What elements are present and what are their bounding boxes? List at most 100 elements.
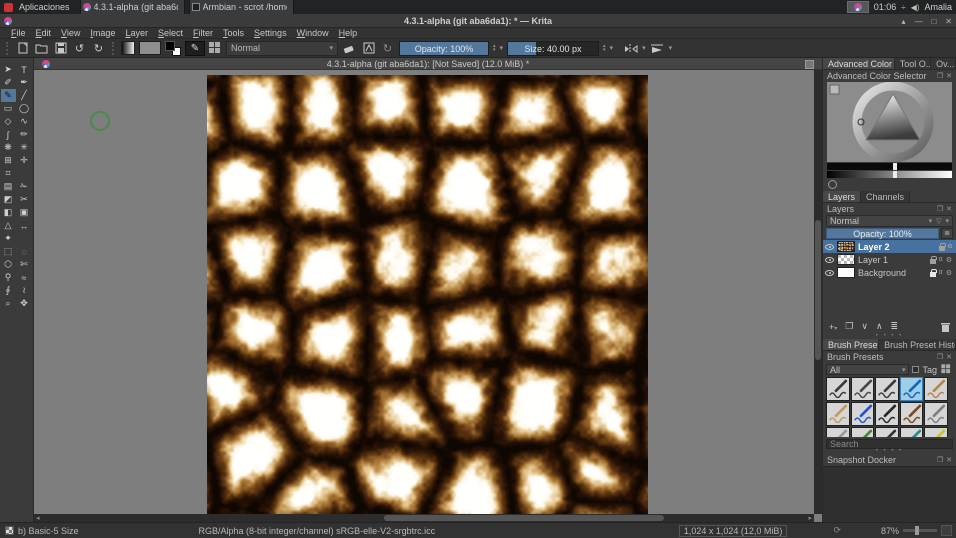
text-tool[interactable]: T: [17, 63, 32, 76]
brush-preset-thumbnail[interactable]: [851, 377, 875, 401]
menu-select[interactable]: Select: [153, 28, 188, 38]
menu-view[interactable]: View: [56, 28, 85, 38]
toolbar-handle[interactable]: [6, 42, 9, 55]
brush-preset-thumbnail[interactable]: [875, 402, 899, 426]
freehand-brush-tool[interactable]: ✎: [1, 89, 16, 102]
menu-edit[interactable]: Edit: [31, 28, 57, 38]
chevron-down-icon[interactable]: ▾: [610, 44, 614, 52]
rect-select-tool[interactable]: ⬚: [1, 245, 16, 258]
canvas-viewport[interactable]: [34, 70, 814, 514]
fg-bg-colors[interactable]: [165, 41, 181, 56]
menu-settings[interactable]: Settings: [249, 28, 292, 38]
zoom-slider-handle[interactable]: [915, 526, 919, 535]
brush-preset-thumbnail[interactable]: [875, 427, 899, 437]
taskbar-window-krita[interactable]: 4.3.1-alpha (git aba6da1...: [80, 0, 185, 14]
polygon-tool[interactable]: ◇: [1, 115, 16, 128]
reload-preset-button[interactable]: ↻: [380, 41, 395, 56]
snapshot-docker-header[interactable]: Snapshot Docker ❐✕: [823, 454, 956, 465]
filter-funnel-icon[interactable]: ▽: [936, 217, 941, 225]
float-docker-icon[interactable]: ❐: [937, 205, 943, 213]
horizontal-scrollbar[interactable]: ◂ ▸: [34, 514, 814, 522]
brush-preset-thumbnail[interactable]: [826, 377, 850, 401]
blending-mode-dropdown[interactable]: Normal ▾: [226, 41, 338, 56]
float-docker-icon[interactable]: ❐: [937, 72, 943, 80]
brush-preset-thumbnail[interactable]: [900, 402, 924, 426]
contiguous-select-tool[interactable]: ⚲: [1, 271, 16, 284]
brush-preset-thumbnail[interactable]: [826, 427, 850, 437]
preserve-alpha-button[interactable]: [361, 41, 376, 56]
chevron-down-icon[interactable]: ▾: [500, 44, 504, 52]
menu-window[interactable]: Window: [292, 28, 334, 38]
chevron-down-icon[interactable]: ▾: [669, 44, 673, 52]
fill-tool[interactable]: ◧: [1, 206, 16, 219]
brush-preset-thumbnail[interactable]: [900, 377, 924, 401]
tab-tool-options[interactable]: Tool O...: [895, 58, 931, 69]
alpha-lock-icon[interactable]: α: [939, 256, 943, 263]
last-color-swatch[interactable]: [828, 180, 837, 189]
close-docker-icon[interactable]: ✕: [946, 72, 952, 80]
select-shapes-tool[interactable]: ➤: [1, 63, 16, 76]
layer-gear-icon[interactable]: ⚙: [946, 269, 952, 277]
bezier-curve-tool[interactable]: ∫: [1, 128, 16, 141]
display-mode-button[interactable]: [941, 364, 951, 374]
zoom-slider[interactable]: [903, 529, 937, 532]
similar-select-tool[interactable]: ≈: [17, 271, 32, 284]
calligraphy-tool[interactable]: ✒: [17, 76, 32, 89]
gradient-tool[interactable]: ▤: [1, 180, 16, 193]
opacity-slider[interactable]: Opacity: 100%: [399, 41, 489, 56]
alpha-lock-icon[interactable]: α: [939, 269, 943, 276]
scroll-left-icon[interactable]: ◂: [34, 514, 42, 522]
dynamic-brush-tool[interactable]: ❋: [1, 141, 16, 154]
enclose-fill-tool[interactable]: ▣: [17, 206, 32, 219]
layer-options-button[interactable]: ≣: [941, 228, 953, 239]
layer-blending-mode-dropdown[interactable]: Normal ▾ ▽ ▾: [826, 215, 953, 227]
layer-opacity-slider[interactable]: Opacity: 100% ≣: [826, 228, 953, 239]
brush-preset-thumbnail[interactable]: [826, 402, 850, 426]
tab-channels[interactable]: Channels: [861, 191, 910, 202]
preset-filter-dropdown[interactable]: All ▾: [826, 364, 909, 375]
redo-button[interactable]: ↻: [91, 41, 106, 56]
rectangle-tool[interactable]: ▭: [1, 102, 16, 115]
edit-shapes-tool[interactable]: ✐: [1, 76, 16, 89]
tab-brush-preset-history[interactable]: Brush Preset History: [879, 339, 956, 350]
pan-tool[interactable]: ✥: [17, 297, 32, 310]
smart-patch-tool[interactable]: ✂: [17, 193, 32, 206]
delete-layer-button[interactable]: [941, 322, 950, 332]
chevron-down-icon[interactable]: ▾: [945, 217, 949, 225]
freehand-path-tool[interactable]: ✏: [17, 128, 32, 141]
menu-image[interactable]: Image: [85, 28, 120, 38]
tab-overview[interactable]: Ov...: [931, 58, 956, 69]
minimize-button[interactable]: —: [914, 17, 922, 26]
tab-layers[interactable]: Layers: [823, 191, 861, 202]
multibrush-tool[interactable]: ✳: [17, 141, 32, 154]
layer-visibility-eye-icon[interactable]: [825, 257, 834, 263]
measure-tool[interactable]: ↔: [17, 219, 32, 232]
brush-preset-thumbnail[interactable]: [900, 427, 924, 437]
alpha-lock-icon[interactable]: α: [948, 243, 952, 250]
tag-checkbox[interactable]: [912, 366, 919, 373]
menu-filter[interactable]: Filter: [188, 28, 218, 38]
layer-gear-icon[interactable]: ⚙: [946, 256, 952, 264]
save-button[interactable]: [53, 41, 68, 56]
choose-brush-preset-button[interactable]: [209, 42, 222, 55]
pattern-edit-tool[interactable]: ◩: [1, 193, 16, 206]
subwindow-restore-button[interactable]: [805, 60, 814, 69]
undo-button[interactable]: ↺: [72, 41, 87, 56]
new-document-button[interactable]: [15, 41, 30, 56]
move-layer-up-button[interactable]: ∧: [876, 321, 883, 332]
edit-brush-settings-button[interactable]: ✎: [185, 41, 205, 56]
layer-visibility-eye-icon[interactable]: [825, 244, 834, 250]
float-docker-icon[interactable]: ❐: [937, 353, 943, 361]
float-docker-icon[interactable]: ❐: [937, 456, 943, 464]
menu-layer[interactable]: Layer: [120, 28, 153, 38]
layer-lock-icon[interactable]: [930, 259, 936, 264]
size-slider[interactable]: Size: 40.00 px: [507, 41, 599, 56]
crop-tool[interactable]: ⌗: [1, 167, 16, 180]
duplicate-layer-button[interactable]: ❐: [845, 321, 853, 332]
toolbar-handle[interactable]: [112, 42, 115, 55]
pattern-chooser[interactable]: [139, 41, 161, 55]
close-docker-icon[interactable]: ✕: [946, 205, 952, 213]
add-layer-button[interactable]: +▾: [829, 322, 837, 332]
artwork-image[interactable]: [207, 75, 648, 514]
magnetic-select-tool[interactable]: ≀: [17, 284, 32, 297]
